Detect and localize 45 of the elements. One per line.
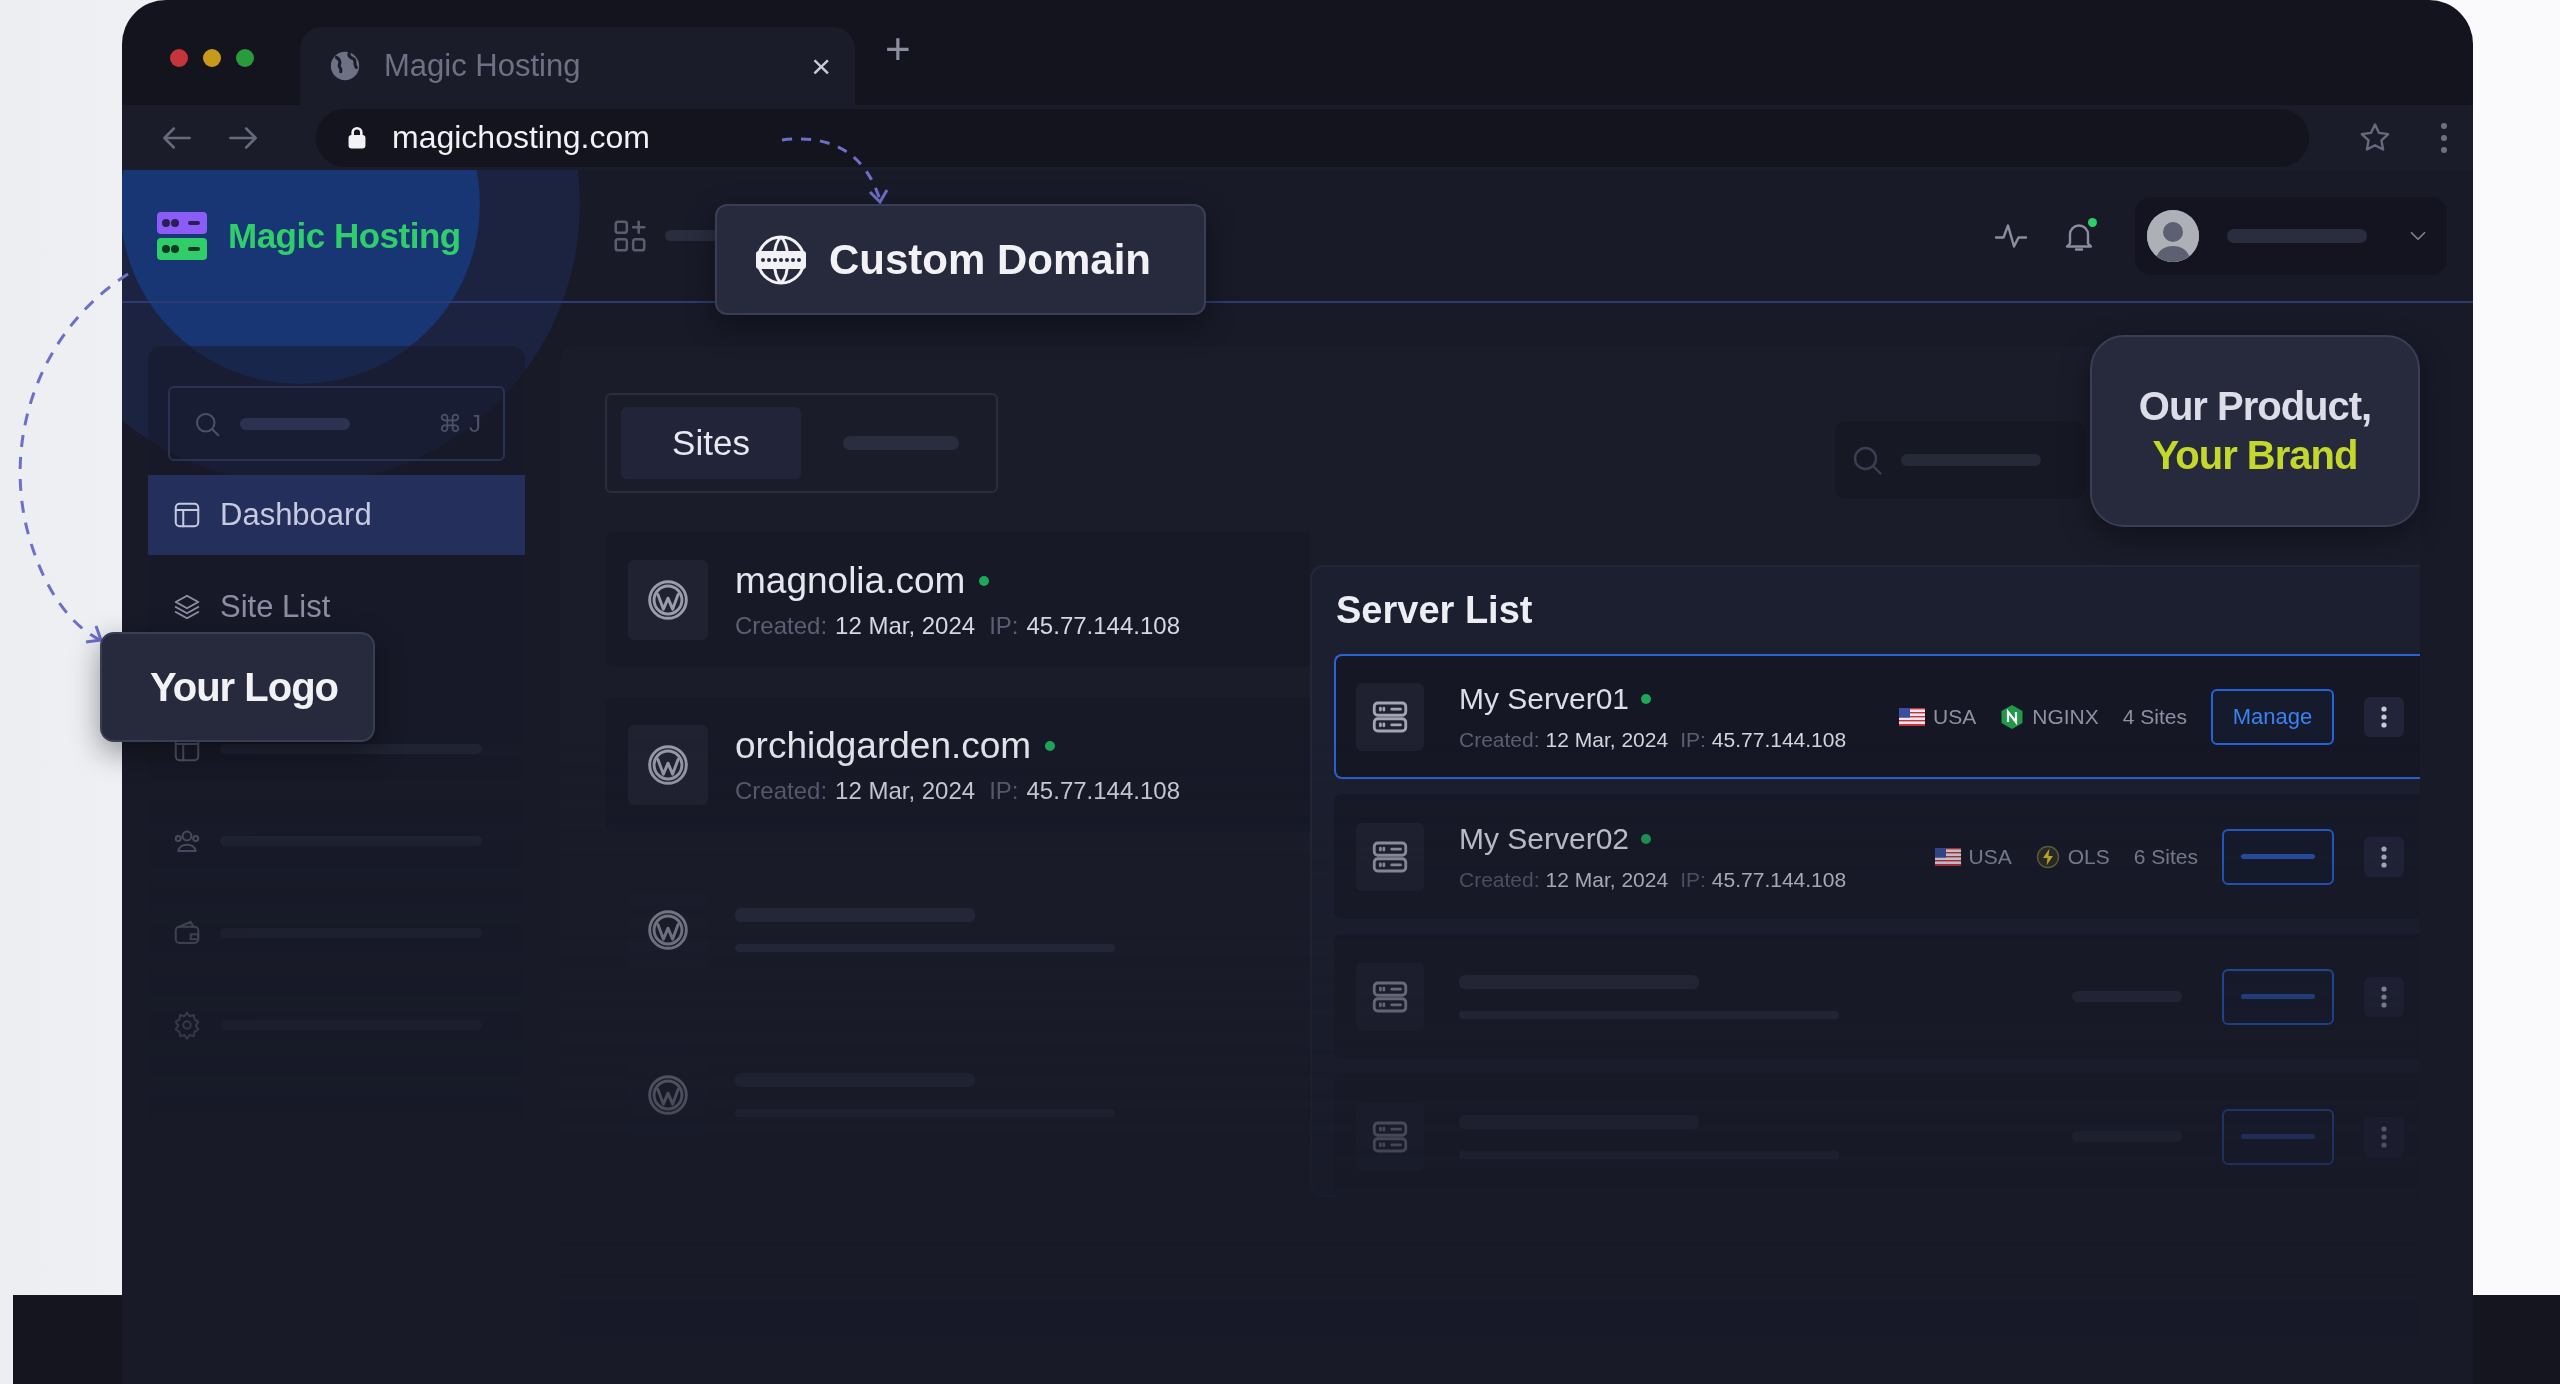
ip-label: IP: xyxy=(1680,867,1706,892)
server-row[interactable]: My Server01 Created: 12 Mar, 2024 IP: 45.77.144.108 USA NGINX 4 Sites Manage xyxy=(1334,654,2420,779)
created-label: Created: xyxy=(1459,867,1540,892)
ip-address: 45.77.144.108 xyxy=(1711,727,1847,752)
panel-title: Server List xyxy=(1336,589,1534,632)
ip-label: IP: xyxy=(1680,727,1706,752)
server-row[interactable]: My Server02 Created: 12 Mar, 2024 IP: 45.77.144.108 USA OLS 6 Sites xyxy=(1334,794,2420,919)
ip-address: 45.77.144.108 xyxy=(1711,867,1847,892)
ip-address: 45.77.144.108 xyxy=(1026,611,1180,640)
sites-tab[interactable]: Sites xyxy=(621,407,801,479)
close-button[interactable]: × xyxy=(811,46,831,86)
callout-text: Our Product, xyxy=(2138,384,2372,429)
created-label: Created: xyxy=(735,776,828,805)
server-name: My Server02 xyxy=(1459,821,1630,856)
created-label: Created: xyxy=(1459,727,1540,752)
country: USA xyxy=(1933,704,1977,729)
manage-button[interactable]: Manage xyxy=(2211,688,2334,745)
created-date: 12 Mar, 2024 xyxy=(835,611,976,640)
created-date: 12 Mar, 2024 xyxy=(835,776,976,805)
new-tab-button[interactable]: + xyxy=(855,23,911,82)
tab-title: Magic Hosting xyxy=(384,48,582,84)
site-count: 6 Sites xyxy=(2133,844,2198,869)
browser-tab[interactable]: Magic Hosting × xyxy=(300,27,855,105)
site-count: 4 Sites xyxy=(2122,704,2187,729)
site-name: orchidgarden.com xyxy=(735,724,1032,767)
created-date: 12 Mar, 2024 xyxy=(1545,867,1669,892)
server-stack: OLS xyxy=(2067,844,2110,869)
callout-highlight: Your Brand xyxy=(2152,433,2358,478)
brand-name: Magic Hosting xyxy=(228,215,461,256)
created-date: 12 Mar, 2024 xyxy=(1545,727,1669,752)
sidebar-item[interactable]: Site List xyxy=(148,567,525,647)
site-name: magnolia.com xyxy=(735,559,966,602)
ip-label: IP: xyxy=(989,776,1019,805)
country: USA xyxy=(1968,844,2012,869)
ip-label: IP: xyxy=(989,611,1019,640)
created-label: Created: xyxy=(735,611,828,640)
callout-text: Your Logo xyxy=(150,664,338,710)
server-name: My Server01 xyxy=(1459,681,1630,716)
callout-text: Custom Domain xyxy=(829,235,1151,284)
address-bar[interactable]: magichosting.com xyxy=(316,108,2309,167)
server-stack: NGINX xyxy=(2032,704,2099,729)
shortcut-hint: ⌘ J xyxy=(438,409,481,438)
url-text: magichosting.com xyxy=(392,119,650,156)
ip-address: 45.77.144.108 xyxy=(1026,776,1180,805)
sidebar-item[interactable]: Dashboard xyxy=(148,475,525,555)
